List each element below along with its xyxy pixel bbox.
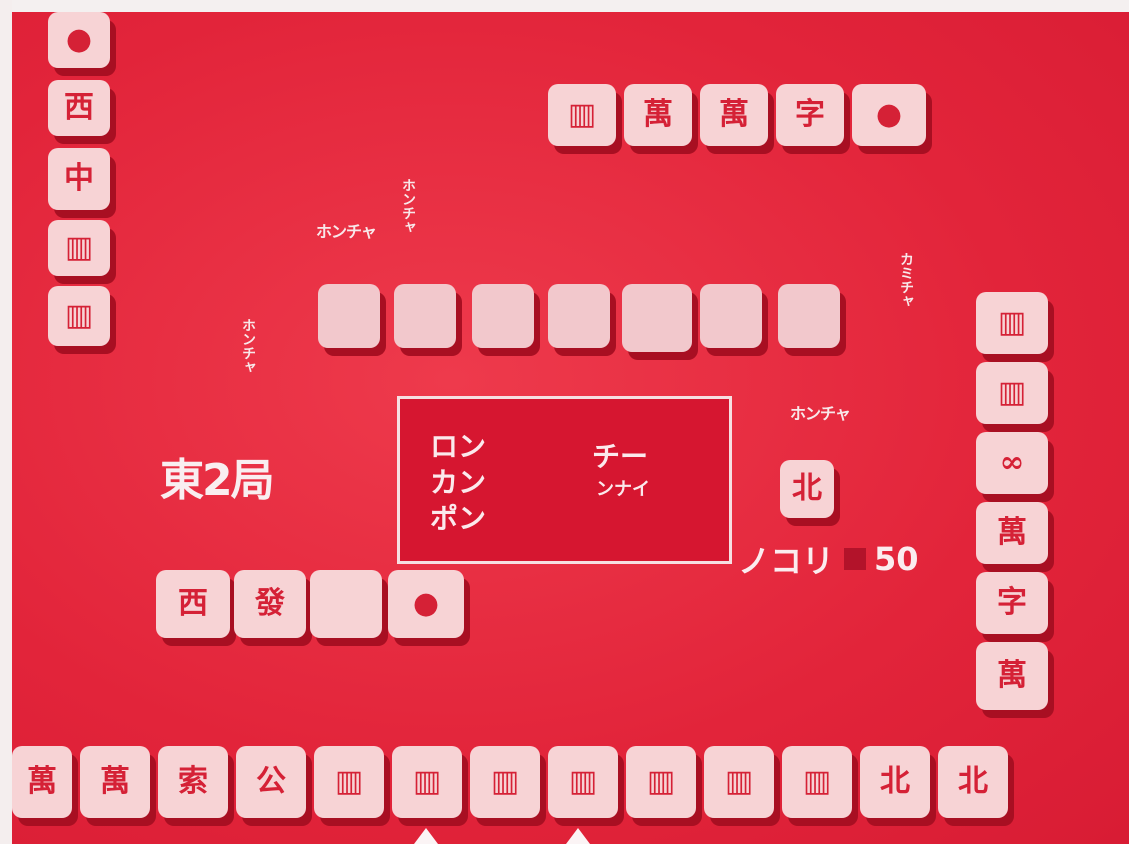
left-column-tile: 中: [48, 148, 110, 210]
opponent-hidden-tile: [700, 284, 762, 348]
call-options-dialog: ロン カン ポン チー ンナイ: [397, 396, 732, 564]
left-column-tile: ▥: [48, 286, 110, 346]
opponent-hidden-tile: [394, 284, 456, 348]
player-hand-tile[interactable]: ▥: [782, 746, 852, 818]
right-column-tile: ▥: [976, 292, 1048, 354]
right-player-label: ホンチャ: [790, 404, 851, 423]
player-hand-tile[interactable]: ▥: [314, 746, 384, 818]
player-hand-tile[interactable]: 萬: [80, 746, 150, 818]
top-meld-tile: ●: [852, 84, 926, 146]
table-frame-left: [0, 0, 12, 844]
ron-option[interactable]: ロン: [430, 433, 486, 461]
left-player-label: ホンチャ: [240, 318, 256, 374]
kan-option[interactable]: カン: [430, 469, 486, 497]
last-discard-tile: 北: [780, 460, 834, 518]
remaining-dot: [844, 548, 867, 570]
lower-meld-tile: [310, 570, 382, 638]
player-hand-tile[interactable]: ▥: [470, 746, 540, 818]
opponent-hidden-tile: [622, 284, 692, 352]
player-hand-tile[interactable]: ▥: [548, 746, 618, 818]
opponent-hidden-tile: [318, 284, 380, 348]
player-hand-tile[interactable]: 北: [938, 746, 1008, 818]
right-column-tile: 字: [976, 572, 1048, 634]
opponent-hidden-tile: [472, 284, 534, 348]
top-left-player-marker: ホンチャ: [400, 178, 416, 234]
right-column-tile: ∞: [976, 432, 1048, 494]
chi-option[interactable]: チー: [592, 443, 648, 471]
top-meld-tile: 萬: [624, 84, 692, 146]
top-meld-tile: ▥: [548, 84, 616, 146]
right-column-tile: ▥: [976, 362, 1048, 424]
top-meld-tile: 字: [776, 84, 844, 146]
top-left-player-label: ホンチャ: [316, 222, 377, 241]
left-column-tile: 西: [48, 80, 110, 136]
nashi-option[interactable]: ンナイ: [596, 481, 650, 499]
selection-cursor-icon: [566, 828, 590, 844]
remaining-count: 50: [874, 540, 919, 578]
lower-meld-tile: 發: [234, 570, 306, 638]
pon-option[interactable]: ポン: [430, 505, 486, 533]
opponent-hidden-tile: [778, 284, 840, 348]
remaining-label: ノコリ: [738, 542, 835, 580]
player-hand-tile[interactable]: 北: [860, 746, 930, 818]
right-column-tile: 萬: [976, 502, 1048, 564]
opponent-hidden-tile: [548, 284, 610, 348]
lower-meld-tile: 西: [156, 570, 230, 638]
lower-meld-tile: ●: [388, 570, 464, 638]
left-column-tile: ▥: [48, 220, 110, 276]
remaining-tiles-counter: ノコリ 50: [738, 536, 919, 582]
round-indicator: 東2局: [160, 455, 275, 506]
player-hand-tile[interactable]: ▥: [392, 746, 462, 818]
player-hand-tile[interactable]: 公: [236, 746, 306, 818]
left-column-tile: ●: [48, 12, 110, 68]
player-hand-tile[interactable]: 萬: [12, 746, 72, 818]
player-hand-tile[interactable]: ▥: [626, 746, 696, 818]
right-column-tile: 萬: [976, 642, 1048, 710]
top-right-player-label: カミチャ: [898, 252, 914, 308]
table-frame-top: [0, 0, 1129, 12]
player-hand-tile[interactable]: 索: [158, 746, 228, 818]
top-meld-tile: 萬: [700, 84, 768, 146]
selection-cursor-icon: [414, 828, 438, 844]
player-hand-tile[interactable]: ▥: [704, 746, 774, 818]
